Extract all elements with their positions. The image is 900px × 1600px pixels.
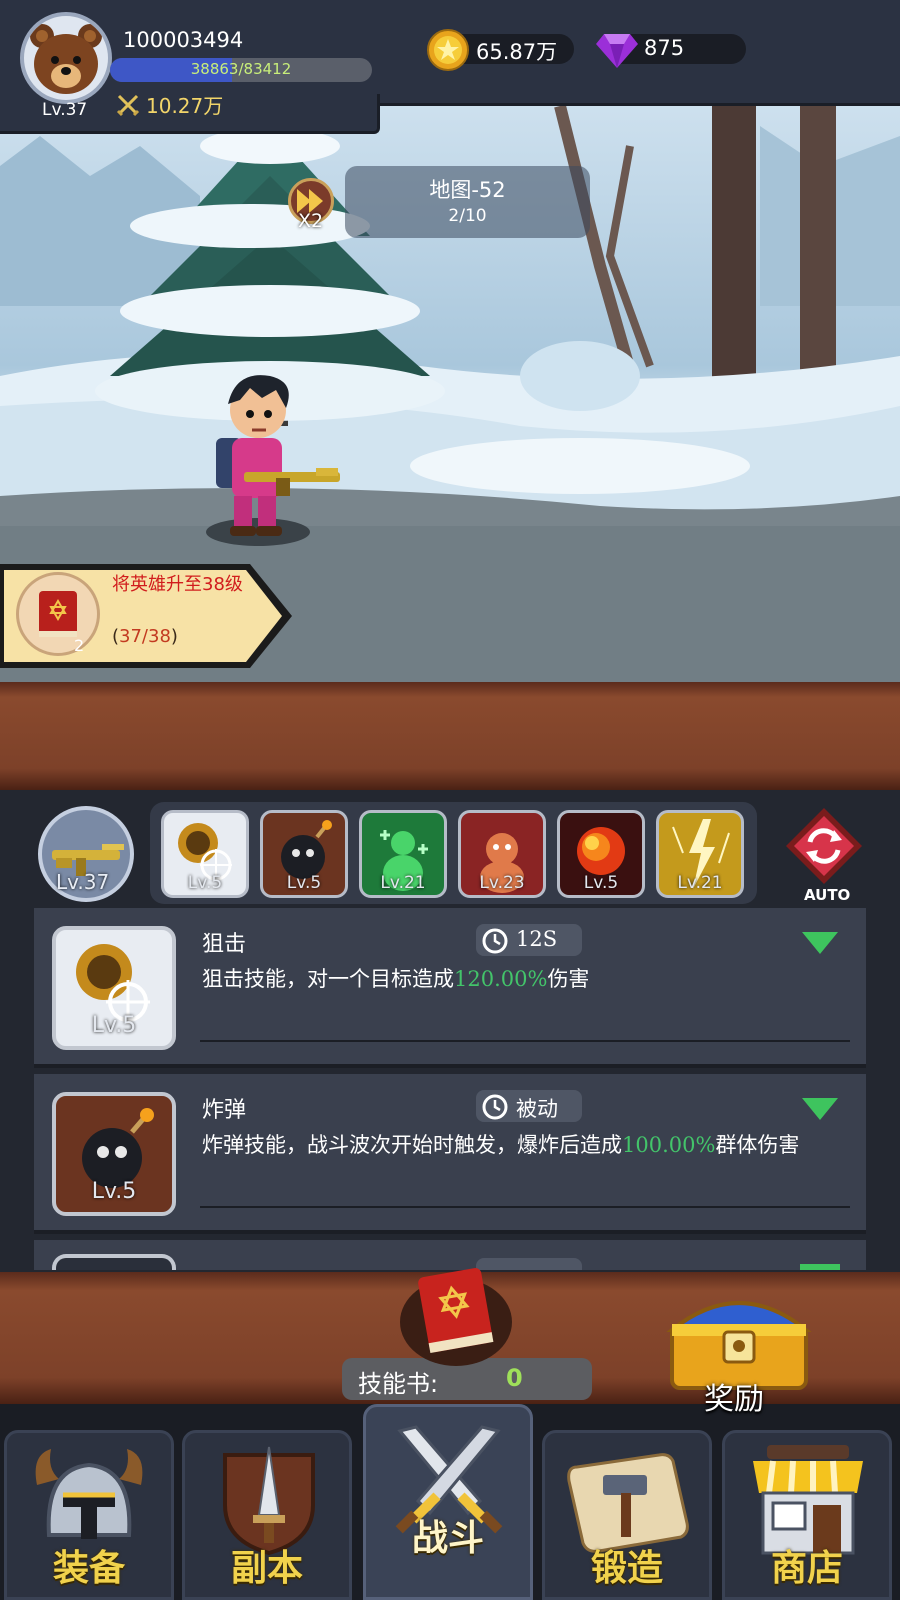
weapon-level: Lv.37: [56, 870, 110, 894]
exp-text: 38863/83412: [190, 60, 292, 78]
nav-tab-dungeon[interactable]: 副本: [182, 1430, 352, 1600]
nav-tab-battle[interactable]: 战斗: [363, 1404, 533, 1600]
skill-desc-text: 炸弹技能，战斗波次开始时触发，爆炸后造成: [202, 1133, 622, 1157]
card-divider: [200, 1040, 850, 1042]
purple-gem-icon: [596, 34, 638, 68]
wood-divider-top: [0, 682, 900, 790]
skill-card-icon: Lv.5: [52, 926, 176, 1050]
skill-book-icon: [39, 591, 77, 637]
player-id: 100003494: [123, 28, 244, 52]
quest-progress-current: 37/38: [119, 626, 171, 647]
skill-slot-lightning[interactable]: Lv.21: [656, 810, 744, 898]
nav-label: 副本: [230, 1548, 303, 1589]
skill-slot-level: Lv.21: [677, 873, 723, 893]
skill-slot-sniper[interactable]: Lv.5: [161, 810, 249, 898]
skill-card-sniper[interactable]: Lv.5 狙击 12S 狙击技能，对一个目标造成120.00%伤害: [34, 908, 866, 1068]
skillbook-label: 技能书:: [358, 1370, 439, 1398]
clock-icon: [482, 1094, 508, 1120]
skill-slot-level: Lv.23: [479, 873, 525, 893]
nav-label: 战斗: [411, 1518, 484, 1559]
reward-label: 奖励: [704, 1382, 764, 1417]
quest-progress: (37/38): [112, 626, 178, 647]
skill-desc-suffix: 伤害: [547, 967, 590, 991]
quest-progress-close: ): [170, 626, 178, 647]
cooldown-badge: 12S: [476, 924, 582, 956]
skill-desc-value: 120.00%: [454, 967, 548, 991]
skill-name: 狙击: [202, 932, 247, 957]
wave-progress: 2/10: [448, 206, 487, 226]
cooldown-text: 12S: [516, 927, 558, 951]
gem-amount: 875: [644, 36, 685, 60]
skill-card-icon: Lv.5: [52, 1092, 176, 1216]
quest-reward-badge: [16, 572, 100, 656]
nav-tab-equipment[interactable]: 装备: [4, 1430, 174, 1600]
nav-tab-forge[interactable]: 锻造: [542, 1430, 712, 1600]
skill-slot-level: Lv.5: [583, 873, 619, 893]
auto-label: AUTO: [804, 886, 851, 904]
auto-cast-button[interactable]: [784, 806, 864, 886]
speed-multiplier: X2: [298, 210, 324, 232]
hero-character: [216, 375, 340, 536]
nav-tab-shop[interactable]: 商店: [722, 1430, 892, 1600]
card-divider: [200, 1206, 850, 1208]
gold-coin-icon: [427, 29, 469, 71]
skill-book-icon[interactable]: [398, 1262, 516, 1368]
quest-progress-open: (: [112, 626, 120, 647]
skill-description: 狙击技能，对一个目标造成120.00%伤害: [202, 966, 842, 992]
cooldown-text: 被动: [516, 1097, 558, 1121]
crossed-swords-small-icon: [116, 94, 140, 116]
quest-description: 将英雄升至38级: [112, 574, 243, 595]
skill-slot-level: Lv.5: [187, 873, 223, 893]
skill-card-bomb[interactable]: Lv.5 炸弹 被动 炸弹技能，战斗波次开始时触发，爆炸后造成100.00%群体…: [34, 1074, 866, 1234]
skill-slot-bomb[interactable]: Lv.5: [260, 810, 348, 898]
skill-slot-rage[interactable]: Lv.23: [458, 810, 546, 898]
skill-description: 炸弹技能，战斗波次开始时触发，爆炸后造成100.00%群体伤害: [202, 1132, 842, 1158]
combat-power: 10.27万: [116, 90, 223, 119]
nav-label: 装备: [52, 1548, 125, 1589]
player-avatar[interactable]: [20, 12, 112, 104]
clock-icon: [482, 928, 508, 954]
map-name: 地图-52: [429, 178, 506, 202]
nav-label: 商店: [770, 1548, 843, 1589]
exp-bar: 38863/83412: [110, 58, 372, 82]
skill-slot-level: Lv.21: [380, 873, 426, 893]
nav-label: 锻造: [590, 1548, 663, 1589]
skill-slot-fireball[interactable]: Lv.5: [557, 810, 645, 898]
expand-triangle-icon[interactable]: [800, 1264, 840, 1270]
skill-card-level: Lv.5: [91, 1179, 137, 1204]
skill-desc-text: 狙击技能，对一个目标造成: [202, 967, 454, 991]
battle-scene: 地图-52 2/10 X2 2 将英雄升至38级 (37/38): [0, 106, 900, 682]
skill-desc-value: 100.00%: [622, 1133, 716, 1157]
gold-amount: 65.87万: [476, 40, 558, 64]
map-banner: 地图-52 2/10: [345, 166, 590, 238]
expand-triangle-icon[interactable]: [800, 930, 840, 956]
expand-triangle-icon[interactable]: [800, 1096, 840, 1122]
bear-avatar-icon: [30, 24, 102, 94]
skill-desc-suffix: 群体伤害: [715, 1133, 800, 1157]
skill-slot-heal[interactable]: Lv.21: [359, 810, 447, 898]
player-level: Lv.37: [42, 100, 88, 120]
skill-card-level: Lv.5: [91, 1013, 137, 1038]
quest-reward-count: 2: [74, 636, 85, 655]
cooldown-badge: 被动: [476, 1090, 582, 1122]
skill-card-icon: [52, 1254, 176, 1270]
skillbook-count: 0: [506, 1364, 523, 1392]
skill-name: 炸弹: [202, 1098, 247, 1123]
combat-power-value: 10.27万: [146, 94, 224, 118]
skill-slot-level: Lv.5: [286, 873, 322, 893]
